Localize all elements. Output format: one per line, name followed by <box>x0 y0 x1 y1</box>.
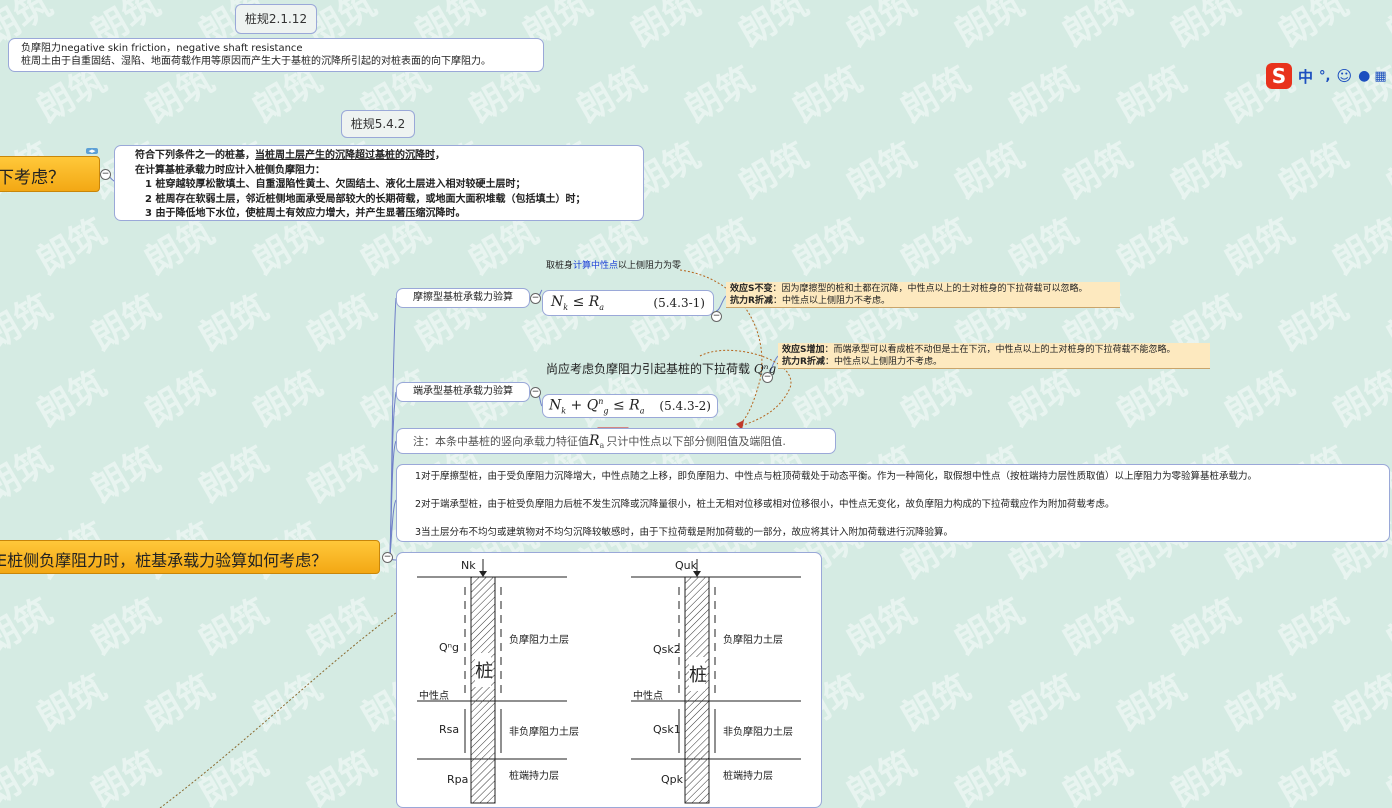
diagram-left-neg-force: Qⁿg <box>439 641 460 654</box>
note1-line1: 效应S不变：因为摩擦型的桩和土都在沉降，中性点以上的土对桩身的下拉荷载可以忽略。 <box>730 284 1088 294</box>
collapse-toggle-topic2[interactable]: − <box>382 552 393 563</box>
end-pile-caption-text: 尚应考虑负摩阻力引起基桩的下拉荷载 <box>546 362 751 376</box>
ime-toolbar[interactable]: S 中 °, ☺ ● ▦ <box>1266 62 1392 90</box>
expand-marker[interactable]: ◂▸ <box>86 148 98 155</box>
note-end-effect[interactable]: 效应S增加：而端承型可以看成桩不动但是土在下沉，中性点以上的土对桩身的下拉荷载不… <box>778 343 1210 369</box>
code-tag-2-1-12[interactable]: 桩规2.1.12 <box>235 4 317 34</box>
formula1-op: ≤ <box>572 294 585 310</box>
collapse-toggle-formula1[interactable]: − <box>711 311 722 322</box>
formula2-number: (5.4.3-2) <box>659 399 711 413</box>
diagram-right-neg-force: Qsk2 <box>653 643 681 656</box>
topic-node-1[interactable]: 下考虑？ <box>0 156 100 192</box>
ime-logo-icon[interactable]: S <box>1266 63 1292 89</box>
remark-prefix: 注：本条中基桩的竖向承载力特征值 <box>413 435 589 448</box>
formula2-lhs: N <box>549 397 562 414</box>
formula-5-4-3-1[interactable]: Nk ≤ Ra (5.4.3-1) <box>542 290 714 316</box>
explanation-p2: 2对于端承型桩，由于桩受负摩阻力后桩不发生沉降或沉降量很小，桩土无相对位移或相对… <box>415 499 1115 510</box>
diagram-left-layer2: 非负摩阻力土层 <box>509 727 579 738</box>
note2-line2: 抗力R折减：中性点以上侧阻力不考虑。 <box>782 357 942 367</box>
diagram-right-layer2: 非负摩阻力土层 <box>723 727 793 738</box>
definition-line1: 负摩阻力negative skin friction，negative shaf… <box>21 43 303 54</box>
explanation-p3: 3当土层分布不均匀或建筑物对不均匀沉降较敏感时，由于下拉荷载是附加荷载的一部分，… <box>415 527 954 538</box>
formula1-rhs: R <box>588 294 600 310</box>
pile-diagram-node[interactable]: Nk Qⁿg 桩 中性点 Rsa Rpa 负摩阻力土层 非负摩阻力土层 桩端持力… <box>396 552 822 808</box>
note1-line2: 抗力R折减：中性点以上侧阻力不考虑。 <box>730 296 890 306</box>
friction-caption-b: 以上侧阻力为零 <box>618 261 682 271</box>
condition-item1: 1 桩穿越较厚松散填土、自重湿陷性黄土、欠固结土、液化土层进入相对较硬土层时； <box>145 179 526 190</box>
note-friction-effect[interactable]: 效应S不变：因为摩擦型的桩和土都在沉降，中性点以上的土对桩身的下拉荷载可以忽略。… <box>726 282 1120 308</box>
diagram-right-layer3: 桩端持力层 <box>723 771 773 782</box>
collapse-toggle-end[interactable]: − <box>530 387 541 398</box>
diagram-right-side-res: Qsk1 <box>653 723 681 736</box>
ime-mode[interactable]: 中 <box>1298 66 1313 87</box>
code-tag-5-4-2[interactable]: 桩规5.4.2 <box>341 110 415 138</box>
condition-item3: 3 由于降低地下水位，使桩周土有效应力增大，并产生显著压缩沉降时。 <box>145 208 466 219</box>
end-pile-node[interactable]: 端承型基桩承载力验算 <box>396 382 530 402</box>
formula1-number: (5.4.3-1) <box>653 296 705 310</box>
diagram-right-layer1: 负摩阻力土层 <box>723 635 783 646</box>
definition-box[interactable]: 负摩阻力negative skin friction，negative shaf… <box>8 38 544 72</box>
end-pile-caption: 尚应考虑负摩阻力引起基桩的下拉荷载 Qⁿg <box>546 360 776 377</box>
ime-punct[interactable]: °, <box>1319 69 1330 84</box>
microphone-icon[interactable]: ● <box>1358 68 1370 84</box>
diagram-left-layer3: 桩端持力层 <box>509 771 559 782</box>
condition-box[interactable]: 符合下列条件之一的桩基，当桩周土层产生的沉降超过基桩的沉降时， 在计算基桩承载力… <box>114 145 644 221</box>
explanation-node[interactable]: 1对于摩擦型桩，由于受负摩阻力沉降增大，中性点随之上移，即负摩阻力、中性点与桩顶… <box>396 464 1390 542</box>
collapse-toggle-friction[interactable]: − <box>530 293 541 304</box>
remark-symbol: R <box>589 433 600 449</box>
collapse-toggle-endcaption[interactable]: − <box>762 372 773 383</box>
topic-node-1-label: 下考虑？ <box>0 168 65 188</box>
diagram-right-neutral: 中性点 <box>633 691 663 702</box>
diagram-left-tip-res: Rpa <box>447 773 469 786</box>
topic-node-2[interactable]: E桩侧负摩阻力时，桩基承载力验算如何考虑？ <box>0 540 380 574</box>
remark-node[interactable]: 注：本条中基桩的竖向承载力特征值Ra 只计中性点以下部分侧阻值及端阻值. <box>396 428 836 454</box>
remark-suffix: 只计中性点以下部分侧阻值及端阻值. <box>606 435 786 448</box>
definition-line2: 桩周土由于自重固结、湿陷、地面荷载作用等原因而产生大于基桩的沉降所引起的对桩表面… <box>21 56 491 67</box>
formula1-rhs-sub: a <box>599 302 605 312</box>
friction-pile-node[interactable]: 摩擦型基桩承载力验算 <box>396 288 530 308</box>
diagram-right-top-load: Quk <box>675 559 697 572</box>
diagram-left-top-load: Nk <box>461 559 476 572</box>
condition-line1: 符合下列条件之一的桩基，当桩周土层产生的沉降超过基桩的沉降时， <box>135 149 643 164</box>
formula-5-4-3-2[interactable]: Nk + Qng ≤ Ra (5.4.3-2) <box>542 394 718 418</box>
note2-line1: 效应S增加：而端承型可以看成桩不动但是土在下沉，中性点以上的土对桩身的下拉荷载不… <box>782 345 1176 355</box>
diagram-right-pile: 桩 <box>689 665 707 686</box>
condition-line1-a: 符合下列条件之一的桩基， <box>135 150 255 161</box>
diagram-left-layer1: 负摩阻力土层 <box>509 635 569 646</box>
neutral-point-link[interactable]: 计算中性点 <box>573 261 618 271</box>
topic-node-2-label: E桩侧负摩阻力时，桩基承载力验算如何考虑？ <box>0 551 328 570</box>
diagram-left-side-res: Rsa <box>439 723 460 736</box>
formula1-lhs: N <box>551 294 564 310</box>
diagram-left-pile: 桩 <box>475 661 493 682</box>
condition-item2: 2 桩周存在软弱土层，邻近桩侧地面承受局部较大的长期荷载，或地面大面积堆载（包括… <box>145 193 586 205</box>
friction-caption-a: 取桩身 <box>546 261 574 271</box>
keyboard-icon[interactable]: ▦ <box>1374 69 1386 84</box>
diagram-right-tip-res: Qpk <box>661 773 684 786</box>
end-pile-label: 端承型基桩承载力验算 <box>413 386 513 397</box>
explanation-p1: 1对于摩擦型桩，由于受负摩阻力沉降增大，中性点随之上移，即负摩阻力、中性点与桩顶… <box>415 471 1258 482</box>
collapse-toggle-topic1[interactable]: − <box>100 169 111 180</box>
friction-caption: 取桩身计算中性点以上侧阻力为零 <box>546 258 681 271</box>
friction-pile-label: 摩擦型基桩承载力验算 <box>413 292 513 303</box>
diagram-left-neutral: 中性点 <box>419 691 449 702</box>
condition-line2: 在计算基桩承载力时应计入桩侧负摩阻力： <box>135 164 325 176</box>
condition-line1-underlined: 当桩周土层产生的沉降超过基桩的沉降时 <box>255 150 435 161</box>
remark-symbol-sub: a <box>599 441 605 451</box>
formula1-lhs-sub: k <box>563 302 569 312</box>
condition-line1-b: ， <box>435 150 445 161</box>
emoji-icon[interactable]: ☺ <box>1336 67 1352 85</box>
